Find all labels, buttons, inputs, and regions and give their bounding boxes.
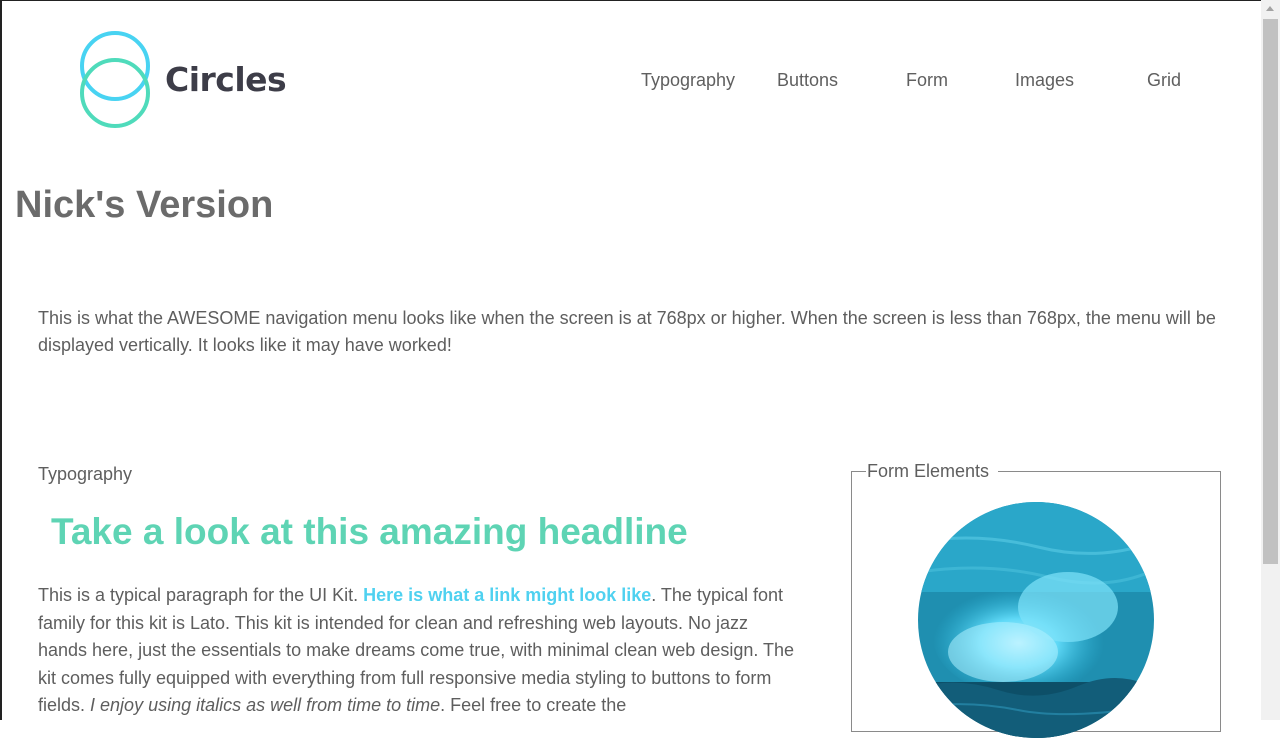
nav-item-images[interactable]: Images: [1015, 70, 1074, 91]
page-title: Nick's Version: [15, 184, 274, 226]
sample-link[interactable]: Here is what a link might look like: [363, 585, 651, 605]
nav-item-form[interactable]: Form: [906, 70, 948, 91]
window-left-border: [0, 0, 2, 720]
brand-name: Circles: [165, 60, 287, 99]
interlocking-circles-icon: [80, 31, 150, 128]
site-logo[interactable]: Circles: [78, 30, 288, 132]
vertical-scrollbar[interactable]: [1261, 0, 1280, 720]
scrollbar-thumb[interactable]: [1263, 19, 1278, 564]
typography-paragraph: This is a typical paragraph for the UI K…: [38, 582, 798, 720]
fieldset-border: [851, 471, 866, 472]
ocean-wave-circle-image: [918, 502, 1154, 738]
nav-item-grid[interactable]: Grid: [1147, 70, 1181, 91]
form-elements-legend: Form Elements: [867, 461, 990, 481]
nav-item-buttons[interactable]: Buttons: [777, 70, 838, 91]
window-top-border: [0, 0, 1280, 1]
nav-item-typography[interactable]: Typography: [641, 70, 735, 91]
scroll-up-arrow-icon[interactable]: [1261, 0, 1280, 18]
intro-paragraph: This is what the AWESOME navigation menu…: [38, 308, 1216, 355]
typography-headline: Take a look at this amazing headline: [51, 511, 688, 552]
fieldset-border: [998, 471, 1220, 472]
typography-section-label: Typography: [38, 464, 133, 484]
paragraph-italic-text: I enjoy using italics as well from time …: [90, 695, 441, 715]
paragraph-text: . Feel free to create the: [440, 695, 627, 715]
paragraph-text: This is a typical paragraph for the UI K…: [38, 585, 364, 605]
